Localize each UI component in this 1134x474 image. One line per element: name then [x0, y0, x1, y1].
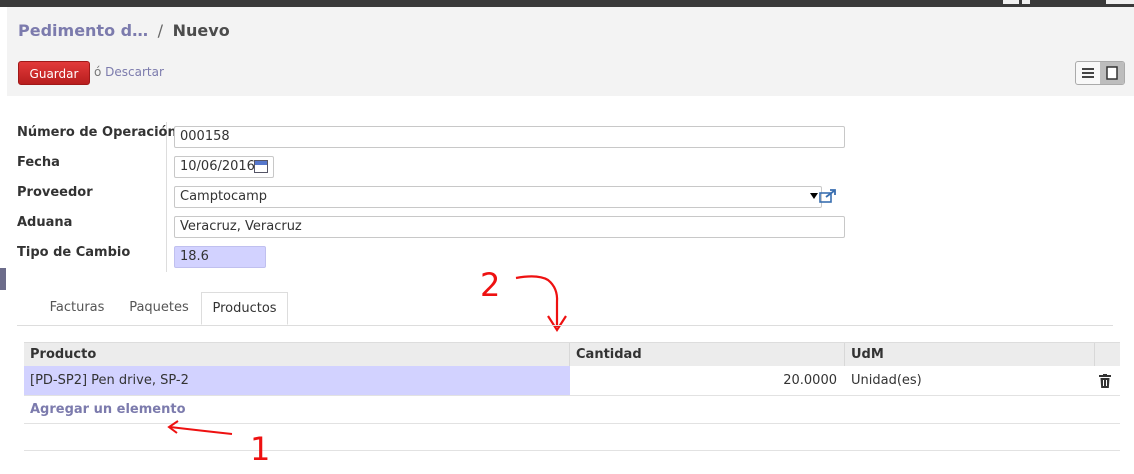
list-icon — [1082, 68, 1094, 78]
exchange-rate-field[interactable]: 18.6 — [174, 246, 266, 268]
breadcrumb-current: Nuevo — [172, 21, 230, 40]
date-value: 10/06/2016 — [180, 159, 255, 174]
table-row[interactable]: [PD-SP2] Pen drive, SP-2 20.0000 Unidad(… — [24, 366, 1120, 396]
supplier-label: Proveedor — [17, 185, 93, 200]
topbar-item[interactable] — [1022, 0, 1030, 4]
label-divider — [166, 122, 167, 272]
trash-icon[interactable] — [1099, 374, 1111, 388]
customs-field[interactable]: Veracruz, Veracruz — [174, 216, 845, 238]
product-cell[interactable]: [PD-SP2] Pen drive, SP-2 — [24, 366, 570, 395]
quantity-cell[interactable]: 20.0000 — [570, 366, 845, 395]
supplier-value: Camptocamp — [180, 189, 268, 204]
annotation-number-1: 1 — [250, 430, 271, 468]
column-header-product[interactable]: Producto — [24, 343, 570, 366]
breadcrumb-parent-link[interactable]: Pedimento d… — [18, 21, 148, 40]
view-switcher — [1075, 61, 1125, 85]
top-navigation-bar — [0, 0, 1134, 7]
uom-cell[interactable]: Unidad(es) — [845, 366, 1095, 395]
form-icon — [1106, 66, 1118, 80]
notebook-tabs: Facturas Paquetes Productos — [17, 292, 1113, 326]
or-label: ó — [94, 65, 102, 79]
tab-products[interactable]: Productos — [201, 292, 288, 325]
chevron-down-icon[interactable] — [810, 193, 818, 199]
list-view-button[interactable] — [1076, 62, 1100, 84]
add-item-link[interactable]: Agregar un elemento — [30, 402, 186, 417]
grid-header: Producto Cantidad UdM — [24, 342, 1120, 366]
date-label: Fecha — [17, 155, 60, 170]
external-link-icon[interactable] — [819, 188, 837, 204]
topbar-item[interactable] — [1003, 0, 1019, 4]
topbar-item[interactable] — [1106, 0, 1134, 4]
date-field[interactable]: 10/06/2016 — [174, 156, 274, 178]
calendar-icon[interactable] — [254, 160, 268, 173]
save-button[interactable]: Guardar — [18, 61, 90, 85]
operation-number-label: Número de Operación — [17, 125, 177, 140]
control-panel: Pedimento d… / Nuevo Guardar ó Descartar — [7, 7, 1134, 97]
discard-group: ó Descartar — [94, 65, 164, 79]
exchange-rate-label: Tipo de Cambio — [17, 245, 131, 260]
tab-packages[interactable]: Paquetes — [119, 292, 199, 324]
form-view-button[interactable] — [1100, 62, 1124, 84]
customs-label: Aduana — [17, 215, 73, 230]
operation-number-field[interactable]: 000158 — [174, 126, 845, 148]
column-header-quantity[interactable]: Cantidad — [570, 343, 845, 366]
discard-link[interactable]: Descartar — [105, 65, 164, 79]
supplier-select[interactable]: Camptocamp — [174, 186, 822, 208]
annotation-arrow-1-icon — [167, 420, 233, 435]
breadcrumb: Pedimento d… / Nuevo — [18, 21, 230, 40]
sidebar-edge-tab[interactable] — [0, 268, 6, 290]
column-header-uom[interactable]: UdM — [845, 343, 1095, 366]
breadcrumb-separator: / — [157, 21, 164, 40]
tab-invoices[interactable]: Facturas — [37, 292, 117, 324]
